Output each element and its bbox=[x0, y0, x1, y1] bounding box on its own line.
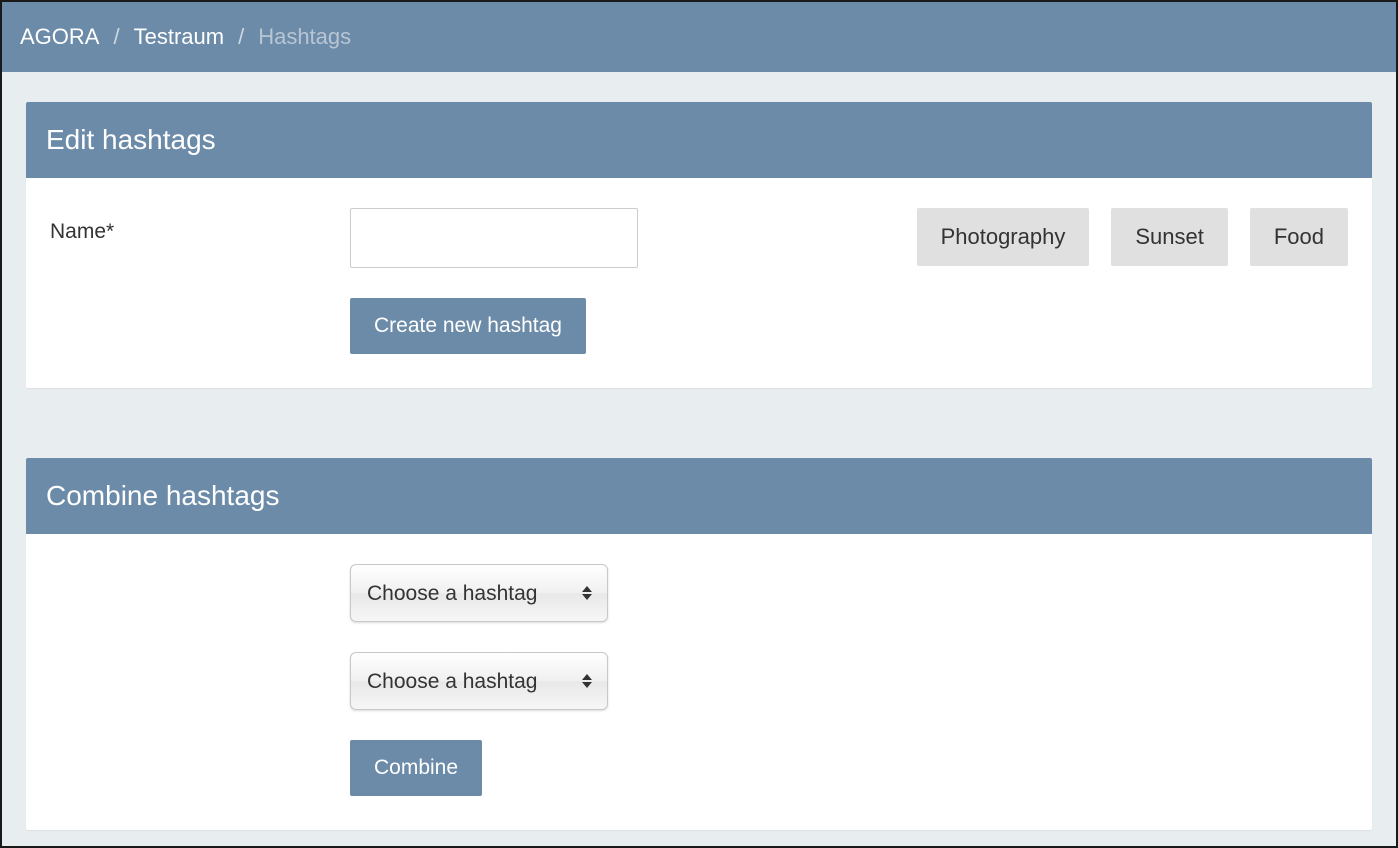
breadcrumb-link-agora[interactable]: AGORA bbox=[20, 24, 99, 50]
panel-title-combine: Combine hashtags bbox=[26, 458, 1372, 534]
existing-tags: Photography Sunset Food bbox=[917, 208, 1348, 266]
create-hashtag-button[interactable]: Create new hashtag bbox=[350, 298, 586, 354]
edit-hashtags-panel: Edit hashtags Name* Photography Sunset F… bbox=[26, 102, 1372, 388]
breadcrumb-current: Hashtags bbox=[258, 24, 351, 50]
breadcrumb-separator: / bbox=[238, 24, 244, 50]
combine-button[interactable]: Combine bbox=[350, 740, 482, 796]
breadcrumb: AGORA / Testraum / Hashtags bbox=[2, 2, 1396, 72]
breadcrumb-separator: / bbox=[113, 24, 119, 50]
tag-photography[interactable]: Photography bbox=[917, 208, 1090, 266]
tag-sunset[interactable]: Sunset bbox=[1111, 208, 1228, 266]
name-label: Name* bbox=[50, 208, 350, 244]
breadcrumb-link-testraum[interactable]: Testraum bbox=[134, 24, 224, 50]
panel-title-edit: Edit hashtags bbox=[26, 102, 1372, 178]
hashtag-select-2[interactable]: Choose a hashtag bbox=[350, 652, 608, 710]
name-input[interactable] bbox=[350, 208, 638, 268]
tag-food[interactable]: Food bbox=[1250, 208, 1348, 266]
hashtag-select-1[interactable]: Choose a hashtag bbox=[350, 564, 608, 622]
combine-hashtags-panel: Combine hashtags Choose a hashtag Choose… bbox=[26, 458, 1372, 830]
